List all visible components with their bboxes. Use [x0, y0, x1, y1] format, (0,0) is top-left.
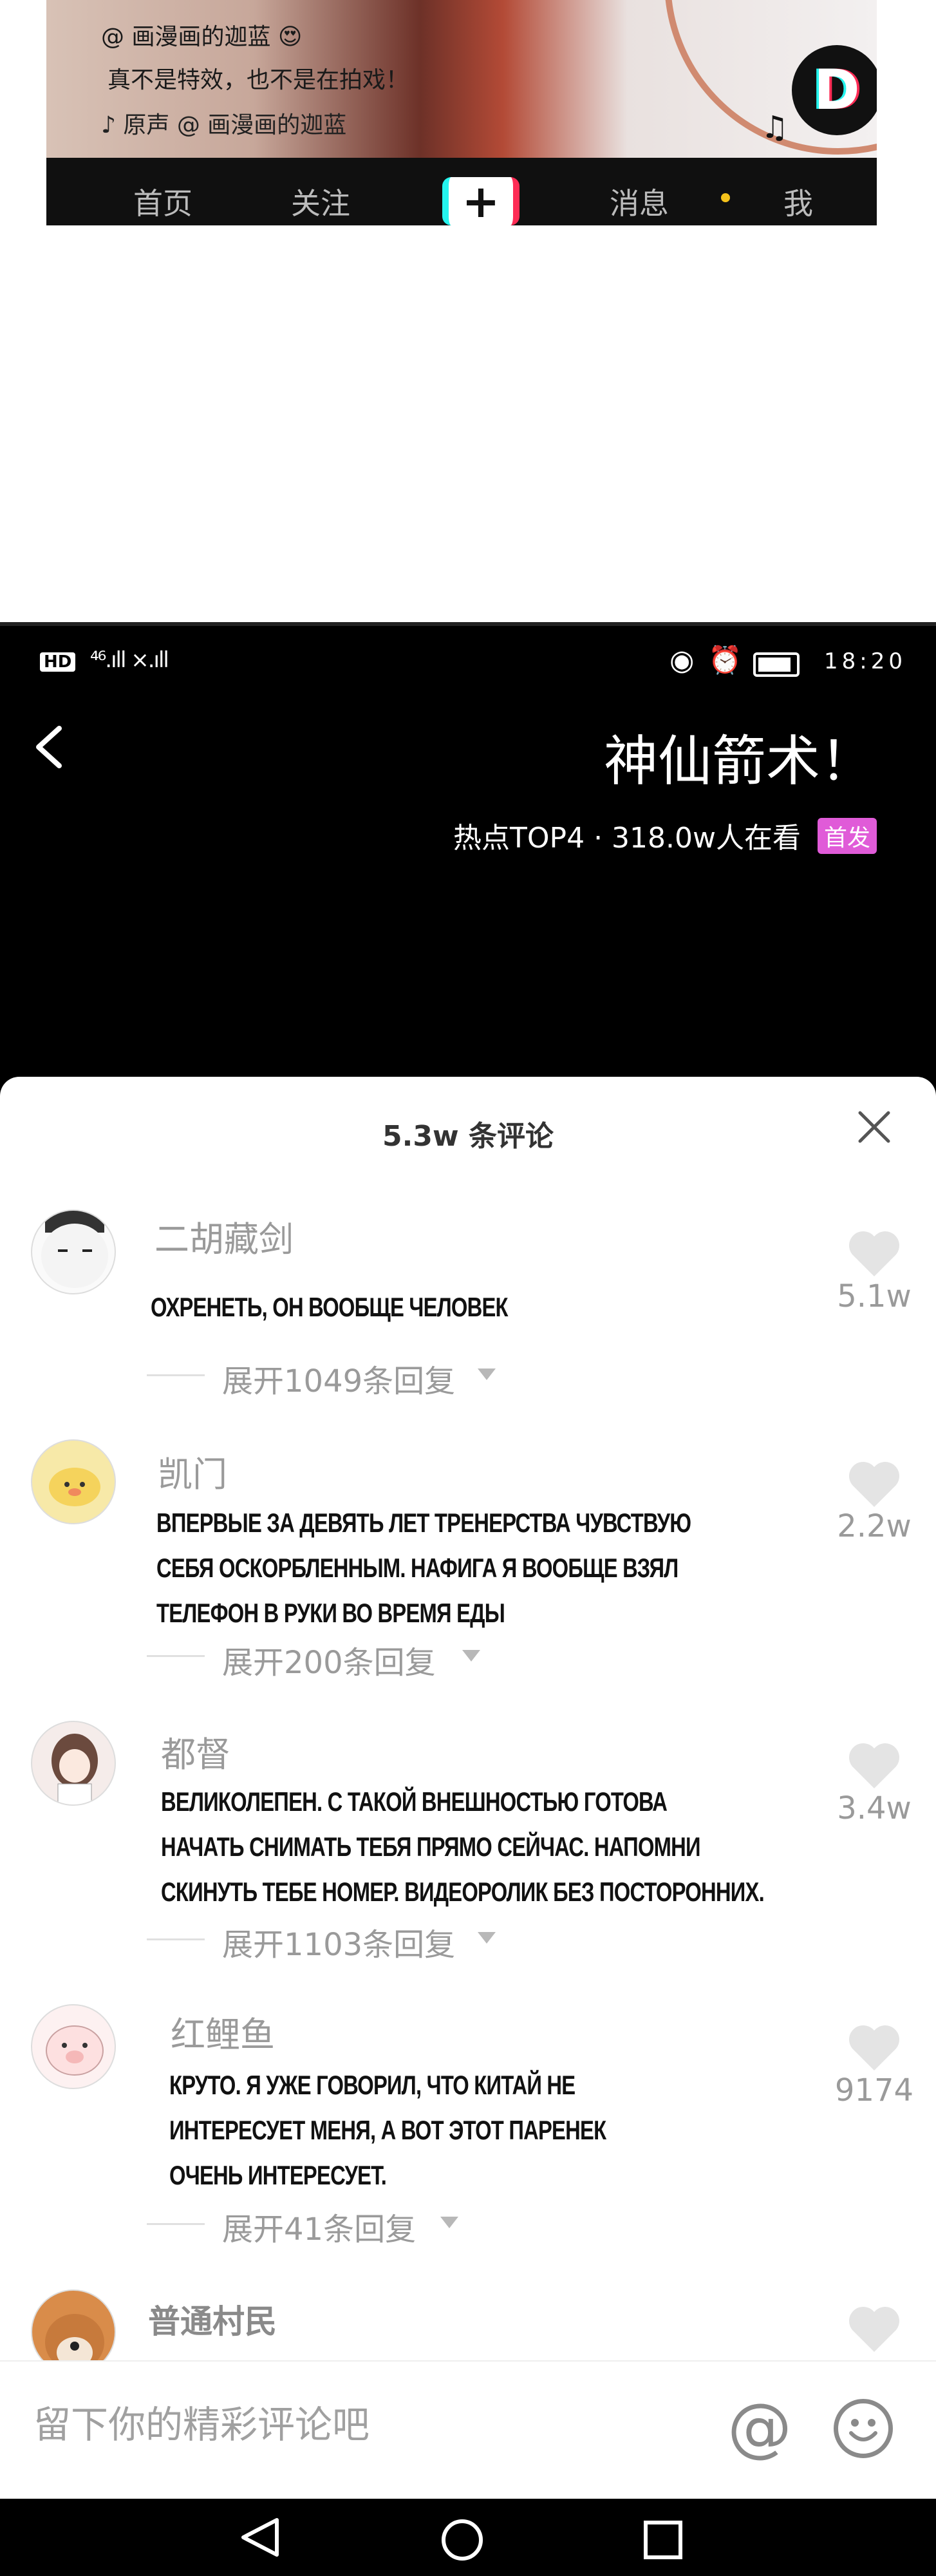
tab-messages[interactable]: 消息	[610, 180, 669, 223]
comment-input[interactable]	[32, 2402, 679, 2447]
comment-text-line: ВЕЛИКОЛЕПЕН. С ТАКОЙ ВНЕШНОСТЬЮ ГОТОВА	[161, 1786, 668, 1817]
comment-text-line: СЕБЯ ОСКОРБЛЕННЫМ. НАФИГА Я ВООБЩЕ ВЗЯЛ	[156, 1553, 679, 1583]
emoji-icon[interactable]	[834, 2399, 893, 2458]
chevron-down-icon	[478, 1368, 496, 1380]
video-title: 神仙箭术！	[603, 730, 874, 793]
tab-profile[interactable]: 我	[783, 180, 813, 223]
unread-dot	[721, 193, 730, 202]
expand-replies-link[interactable]: 展开41条回复	[222, 2204, 416, 2249]
back-arrow-icon[interactable]	[32, 724, 64, 770]
nav-back-icon[interactable]	[238, 2515, 283, 2560]
first-release-badge: 首发	[818, 818, 877, 854]
video-caption: 真不是特效，也不是在拍戏！	[108, 67, 409, 93]
tab-follow[interactable]: 关注	[291, 180, 350, 223]
comment-text-line: ОХРЕНЕТЬ, ОН ВООБЩЕ ЧЕЛОВЕК	[151, 1292, 509, 1322]
expand-replies-link[interactable]: 展开1103条回复	[222, 1919, 455, 1964]
like-count: 5.1w	[837, 1278, 912, 1314]
comment-text-line: НАЧАТЬ СНИМАТЬ ТЕБЯ ПРЯМО СЕЙЧАС. НАПОМН…	[161, 1832, 701, 1862]
like-count: 9174	[834, 2072, 914, 2108]
create-post-button[interactable]: +	[442, 175, 519, 225]
avatar[interactable]	[31, 1721, 116, 1806]
nav-home-icon[interactable]	[442, 2519, 483, 2561]
heart-icon[interactable]	[847, 2306, 901, 2353]
reply-divider	[147, 1938, 205, 1940]
comment-text: ОХРЕНЕТЬ, ОН ВООБЩЕ ЧЕЛОВЕК	[151, 1285, 509, 1330]
heart-icon[interactable]	[847, 1742, 901, 1790]
avatar[interactable]	[31, 1439, 116, 1524]
comment-text-line: ТЕЛЕФОН В РУКИ ВО ВРЕМЯ ЕДЫ	[156, 1598, 505, 1628]
comment-text-line: ОЧЕНЬ ИНТЕРЕСУЕТ.	[169, 2160, 387, 2190]
battery-level	[758, 658, 791, 672]
mention-icon[interactable]: @	[727, 2389, 792, 2465]
video-area[interactable]	[0, 626, 936, 1103]
comment-text: ВПЕРВЫЕ ЗА ДЕВЯТЬ ЛЕТ ТРЕНЕРСТВА ЧУВСТВУ…	[156, 1501, 691, 1636]
chevron-down-icon	[440, 2217, 458, 2228]
like-count: 2.2w	[837, 1508, 912, 1544]
alarm-icon: ⏰	[708, 644, 742, 676]
comment-text-line: ВПЕРВЫЕ ЗА ДЕВЯТЬ ЛЕТ ТРЕНЕРСТВА ЧУВСТВУ…	[156, 1508, 691, 1538]
reply-divider	[147, 1655, 205, 1657]
chevron-down-icon	[462, 1650, 480, 1662]
music-note-icon[interactable]: ♫	[761, 109, 789, 146]
heart-icon[interactable]	[847, 2024, 901, 2072]
video-author[interactable]: @ 画漫画的迦蓝 😍	[101, 18, 302, 52]
comment-username[interactable]: 二胡藏剑	[154, 1211, 294, 1262]
hd-indicator: HD	[40, 652, 76, 672]
comment-text-line: ИНТЕРЕСУЕТ МЕНЯ, А ВОТ ЭТОТ ПАРЕНЕК	[169, 2115, 606, 2145]
tab-home[interactable]: 首页	[133, 180, 192, 223]
clock: 18:20	[824, 649, 906, 674]
comment-username[interactable]: 都督	[161, 1726, 230, 1777]
hot-rank-info[interactable]: 热点TOP4 · 318.0w人在看	[453, 815, 801, 856]
comment-text: ВЕЛИКОЛЕПЕН. С ТАКОЙ ВНЕШНОСТЬЮ ГОТОВА Н…	[161, 1779, 765, 1915]
video-player[interactable]: @ 画漫画的迦蓝 😍 真不是特效，也不是在拍戏！ ♪ 原声 @ 画漫画的迦蓝 D…	[46, 0, 877, 225]
avatar[interactable]	[31, 2004, 116, 2089]
eye-comfort-icon: ◉	[669, 644, 695, 677]
close-icon[interactable]	[856, 1109, 892, 1145]
reply-divider	[147, 2223, 205, 2225]
like-count: 3.4w	[837, 1790, 912, 1826]
comment-count: 5.3w 条评论	[382, 1120, 554, 1153]
comment-text-line: КРУТО. Я УЖЕ ГОВОРИЛ, ЧТО КИТАЙ НЕ	[169, 2070, 576, 2100]
nav-recents-icon[interactable]	[644, 2521, 682, 2559]
video-music-line[interactable]: ♪ 原声 @ 画漫画的迦蓝	[101, 106, 346, 140]
expand-replies-link[interactable]: 展开200条回复	[222, 1637, 436, 1682]
chevron-down-icon	[478, 1932, 496, 1944]
heart-icon[interactable]	[847, 1461, 901, 1508]
expand-replies-link[interactable]: 展开1049条回复	[222, 1356, 455, 1401]
comment-text: КРУТО. Я УЖЕ ГОВОРИЛ, ЧТО КИТАЙ НЕ ИНТЕР…	[169, 2063, 606, 2198]
comment-username[interactable]: 红鲤鱼	[171, 2006, 275, 2057]
avatar[interactable]	[31, 1209, 116, 1294]
creator-logo-icon[interactable]: D	[792, 45, 877, 135]
heart-icon[interactable]	[847, 1230, 901, 1278]
comment-username[interactable]: 普通村民	[148, 2296, 277, 2342]
comment-username[interactable]: 凯门	[158, 1446, 227, 1497]
comment-text-line: СКИНУТЬ ТЕБЕ НОМЕР. ВИДЕОРОЛИК БЕЗ ПОСТО…	[161, 1877, 765, 1907]
signal-icon: ⁴⁶.ıll ×.ıll	[90, 647, 169, 673]
reply-divider	[147, 1374, 205, 1376]
